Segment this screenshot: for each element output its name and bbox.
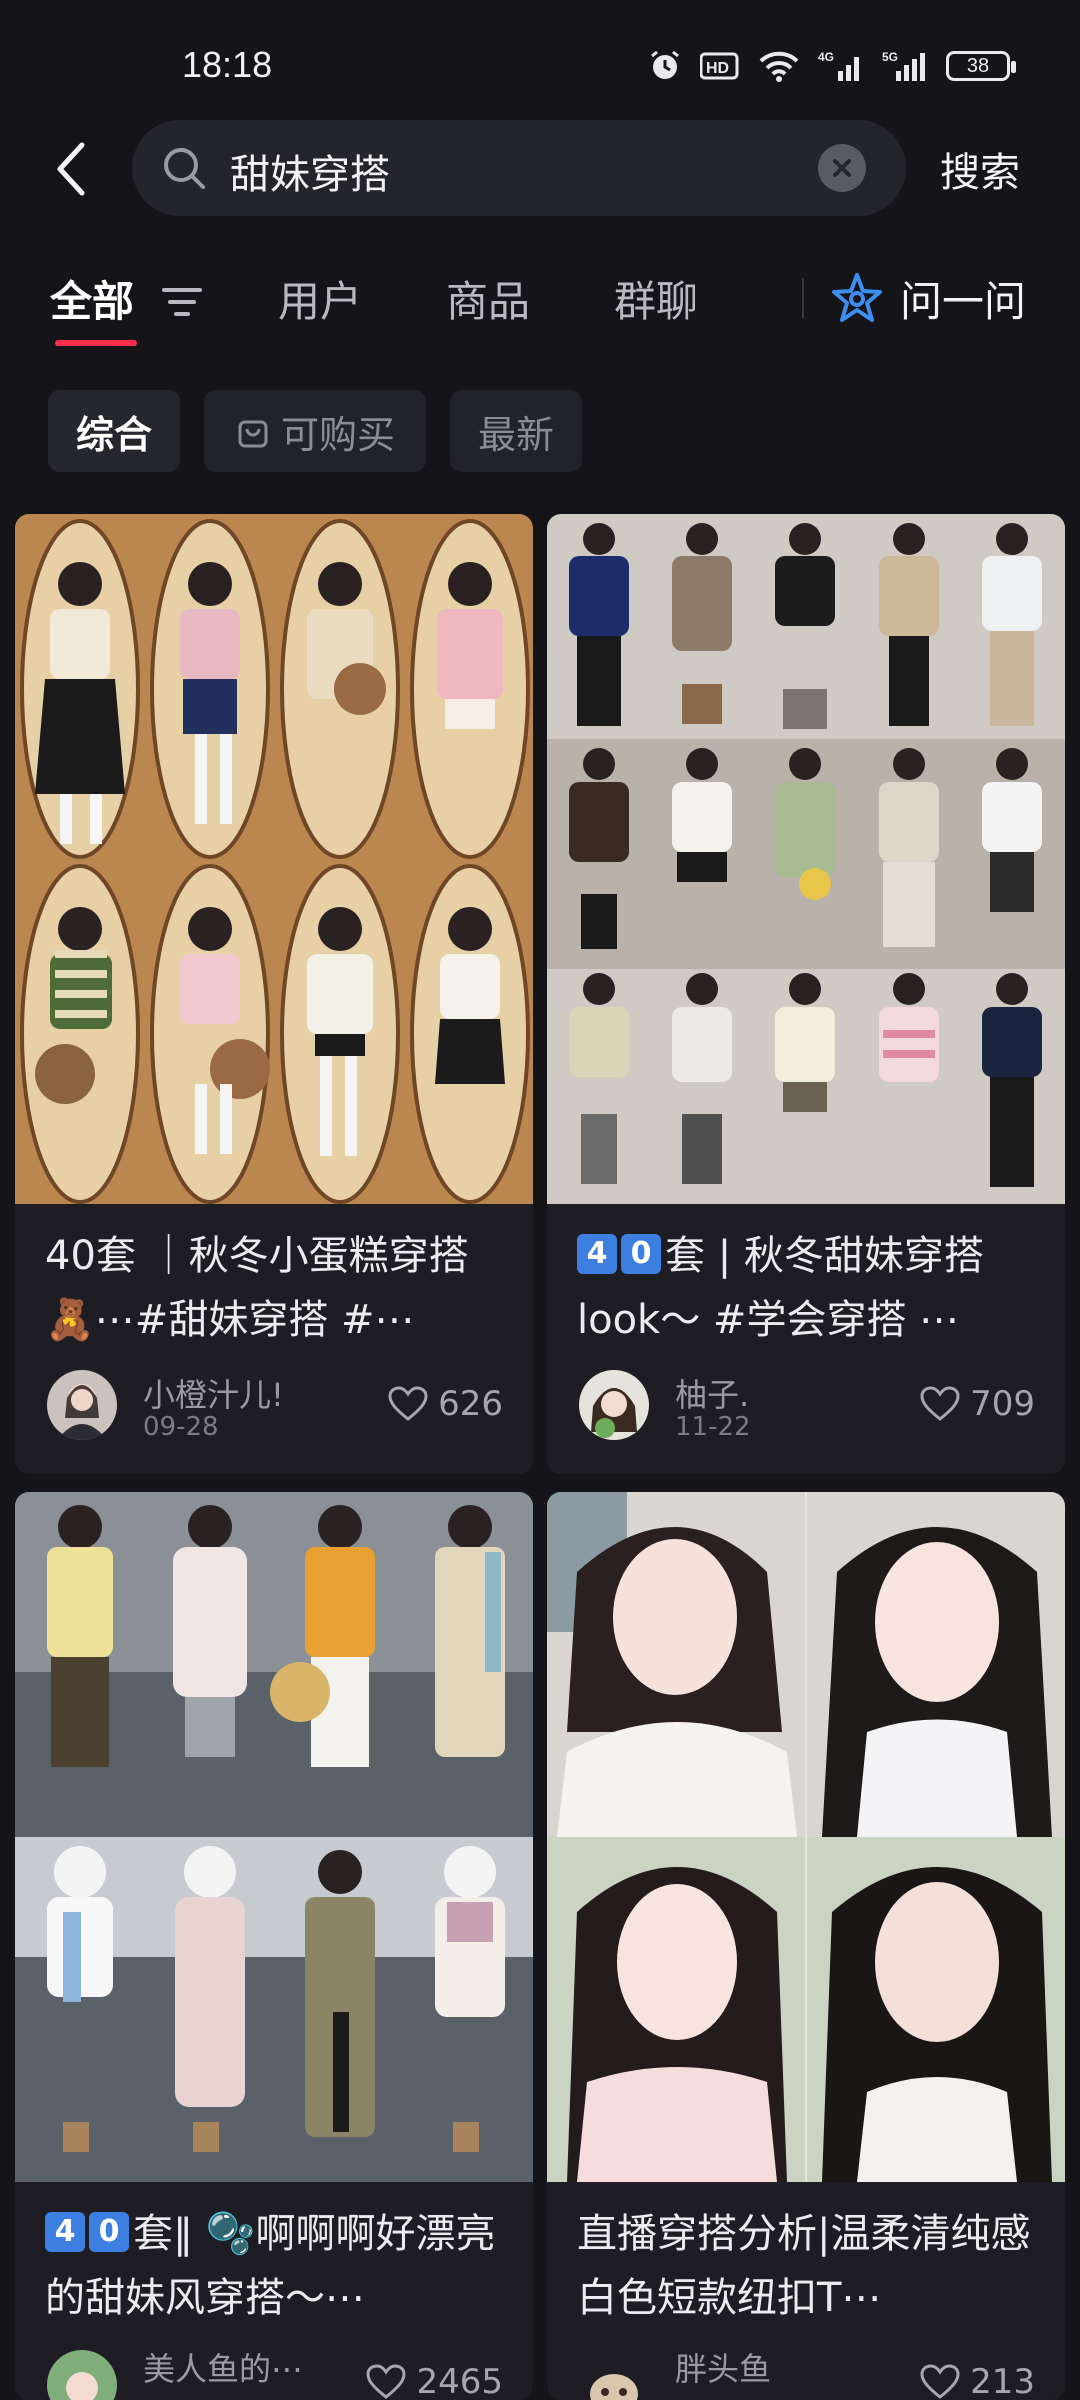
post-date: 09-28 <box>143 1412 219 1442</box>
chip-purchasable-label: 可购买 <box>280 412 395 457</box>
note-cover-image <box>15 1492 533 2182</box>
note-cover-image <box>547 514 1065 1204</box>
search-header: 甜妹穿搭 搜索 <box>0 120 1080 220</box>
tab-group-chats[interactable]: 群聊 <box>614 268 698 329</box>
status-icons: HD 4G 5G 38 <box>648 44 1016 88</box>
author-name[interactable]: 美人鱼的⋯ <box>143 2344 303 2390</box>
tab-users[interactable]: 用户 <box>278 268 362 329</box>
chip-latest[interactable]: 最新 <box>450 390 582 472</box>
author-name[interactable]: 胖头鱼 <box>675 2344 771 2390</box>
alarm-icon <box>648 49 682 83</box>
shopping-bag-icon <box>238 420 268 448</box>
like-button[interactable]: 213 <box>920 2362 1035 2400</box>
heart-icon <box>920 2364 960 2399</box>
hd-icon: HD <box>700 51 740 81</box>
heart-icon <box>920 1386 960 1421</box>
svg-text:HD: HD <box>706 60 729 77</box>
note-card[interactable]: 直播穿搭分析|温柔清纯感 白色短款纽扣T⋯ 胖头鱼 213 <box>547 1492 1065 2400</box>
battery-icon: 38 <box>946 51 1016 81</box>
search-button[interactable]: 搜索 <box>940 140 1020 198</box>
tab-ask[interactable]: 问一问 <box>900 268 1026 329</box>
author-name[interactable]: 小橙汁儿! <box>143 1370 284 1416</box>
wifi-icon <box>758 50 800 82</box>
signal-4g-icon: 4G <box>818 49 864 83</box>
note-title: 4 0 套‖ 🫧啊啊啊好漂亮的甜妹风穿搭～⋯ <box>45 2202 515 2330</box>
svg-text:4G: 4G <box>818 50 834 64</box>
note-card[interactable]: 4 0 套‖ 🫧啊啊啊好漂亮的甜妹风穿搭～⋯ 美人鱼的⋯ 2465 <box>15 1492 533 2400</box>
back-button[interactable] <box>42 136 102 202</box>
note-cover-image <box>15 514 533 1204</box>
chip-comprehensive[interactable]: 综合 <box>48 390 180 472</box>
tab-products[interactable]: 商品 <box>446 268 530 329</box>
like-count: 709 <box>970 1384 1035 1424</box>
note-title: 40套 ｜秋冬小蛋糕穿搭🧸⋯#甜妹穿搭 #⋯ <box>45 1224 515 1352</box>
keycap-0-icon: 0 <box>89 2212 129 2252</box>
author-name[interactable]: 柚子. <box>675 1370 749 1416</box>
note-title-text: 直播穿搭分析|温柔清纯感 白色短款纽扣T⋯ <box>577 2211 1031 2321</box>
note-card[interactable]: 40套 | 秋冬甜妹穿搭look～ #学会穿搭 ⋯ 柚子. 11-22 709 <box>547 514 1065 1474</box>
filter-chips: 综合 可购买 最新 <box>0 390 1080 480</box>
keycap-0-icon: 0 <box>621 1234 661 1274</box>
tab-divider <box>802 278 804 318</box>
keycap-4-icon: 4 <box>577 1234 617 1274</box>
like-button[interactable]: 709 <box>920 1384 1035 1424</box>
tab-active-indicator <box>55 340 137 346</box>
like-count: 626 <box>438 1384 503 1424</box>
svg-text:5G: 5G <box>882 50 898 64</box>
like-count: 2465 <box>416 2362 503 2400</box>
heart-icon <box>366 2364 406 2399</box>
keycap-4-icon: 4 <box>45 2212 85 2252</box>
note-title-text: 40套 ｜秋冬小蛋糕穿搭🧸⋯#甜妹穿搭 #⋯ <box>45 1233 469 1343</box>
status-bar: 18:18 HD 4G 5G 38 <box>0 0 1080 130</box>
tab-all[interactable]: 全部 <box>50 268 134 329</box>
note-title: 直播穿搭分析|温柔清纯感 白色短款纽扣T⋯ <box>577 2202 1047 2330</box>
like-count: 213 <box>970 2362 1035 2400</box>
clear-search-button[interactable] <box>818 144 866 192</box>
like-button[interactable]: 626 <box>388 1384 503 1424</box>
heart-icon <box>388 1386 428 1421</box>
signal-5g-icon: 5G <box>882 49 928 83</box>
filter-icon[interactable] <box>160 282 204 322</box>
chip-purchasable[interactable]: 可购买 <box>204 390 426 472</box>
author-avatar[interactable] <box>47 1370 117 1440</box>
note-cover-image <box>547 1492 1065 2182</box>
author-avatar[interactable] <box>579 2350 649 2400</box>
back-arrow-icon <box>57 142 85 196</box>
ask-star-icon[interactable] <box>828 270 886 328</box>
status-time: 18:18 <box>182 44 273 85</box>
search-icon <box>164 148 205 189</box>
author-avatar[interactable] <box>579 1370 649 1440</box>
result-tabs: 全部 用户 商品 群聊 问一问 <box>0 260 1080 350</box>
search-input[interactable]: 甜妹穿搭 <box>132 120 906 216</box>
like-button[interactable]: 2465 <box>366 2362 503 2400</box>
search-query: 甜妹穿搭 <box>230 152 390 198</box>
note-title: 40套 | 秋冬甜妹穿搭look～ #学会穿搭 ⋯ <box>577 1224 1047 1352</box>
close-icon <box>833 159 851 177</box>
note-card[interactable]: 40套 ｜秋冬小蛋糕穿搭🧸⋯#甜妹穿搭 #⋯ 小橙汁儿! 09-28 626 <box>15 514 533 1474</box>
author-avatar[interactable] <box>47 2350 117 2400</box>
post-date: 11-22 <box>675 1412 751 1442</box>
